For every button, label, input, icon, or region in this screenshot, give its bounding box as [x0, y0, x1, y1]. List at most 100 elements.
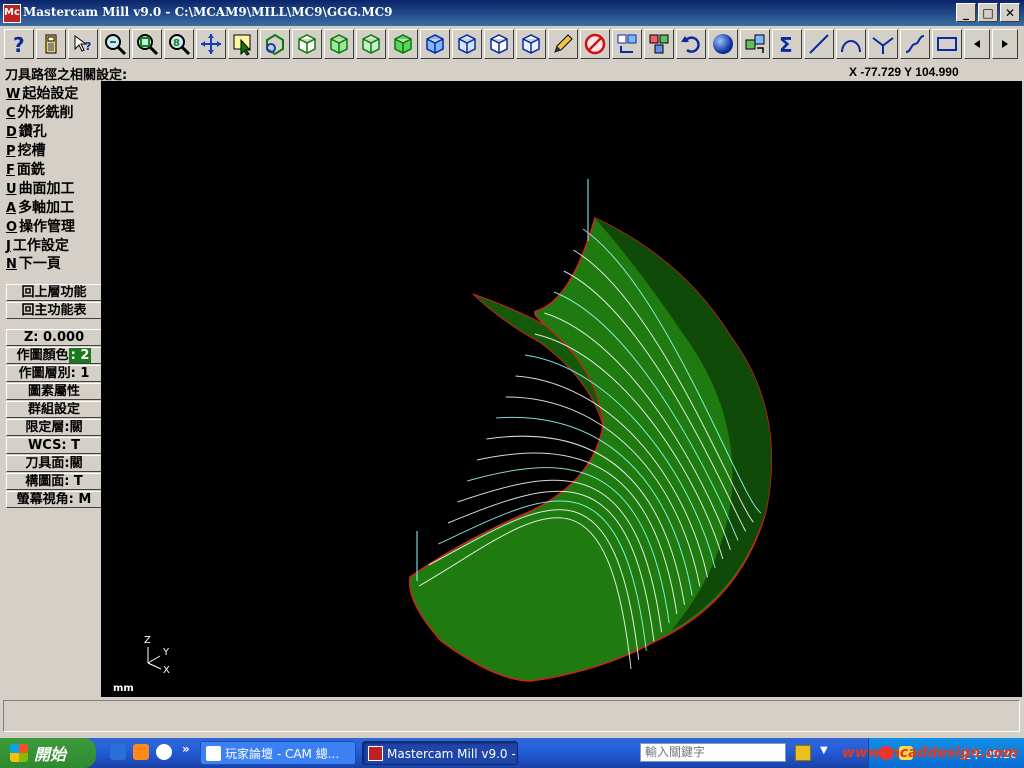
status-bar	[3, 700, 1020, 732]
menu-item-job[interactable]: J 工作設定	[6, 235, 69, 254]
cube-iso-icon	[519, 32, 543, 56]
menu-item-operations[interactable]: O 操作管理	[6, 216, 75, 235]
undo-button[interactable]	[676, 29, 706, 59]
svg-text:?: ?	[85, 40, 91, 53]
menu-item-drill[interactable]: D 鑽孔	[6, 121, 47, 140]
group-button[interactable]	[740, 29, 770, 59]
z-depth-button[interactable]: Z: 0.000	[6, 329, 102, 346]
line-button[interactable]	[804, 29, 834, 59]
prev-page-button[interactable]	[964, 29, 990, 59]
zoom-fit-button[interactable]	[132, 29, 162, 59]
delete-icon	[583, 32, 607, 56]
start-button[interactable]: 開始	[0, 738, 96, 768]
surface-model: Z Y X	[144, 179, 773, 682]
back-button[interactable]: 回上層功能	[6, 284, 102, 301]
view-side-button[interactable]	[356, 29, 386, 59]
attributes-button[interactable]: 圖素屬性	[6, 383, 102, 400]
hide-button[interactable]	[260, 29, 290, 59]
zoom-fit-icon	[135, 32, 159, 56]
maximize-button[interactable]: □	[978, 3, 998, 22]
construction-plane-button[interactable]: 構圖面: T	[6, 473, 102, 490]
mask-button[interactable]: 限定層:關	[6, 419, 102, 436]
menu-item-label: 工作設定	[12, 238, 69, 254]
menu-item-next-page[interactable]: N 下一頁	[6, 253, 61, 272]
select-icon	[231, 32, 255, 56]
ie-quicklaunch-icon[interactable]	[110, 744, 126, 760]
hotkey-label: C	[6, 106, 16, 121]
help-button[interactable]: ?	[4, 29, 34, 59]
help-icon: ?	[8, 33, 30, 55]
close-button[interactable]: ✕	[1000, 3, 1020, 22]
zoom-window-button[interactable]	[100, 29, 130, 59]
media-quicklaunch-icon[interactable]	[156, 744, 172, 760]
graphics-view-button[interactable]: 螢幕視角: M	[6, 491, 102, 508]
shade-button[interactable]	[708, 29, 738, 59]
copy-icon	[647, 32, 671, 56]
view-iso-button[interactable]	[388, 29, 418, 59]
svg-text:Σ: Σ	[779, 33, 793, 56]
menu-item-label: 外形銑削	[17, 105, 74, 121]
group-icon	[743, 32, 767, 56]
window-title: Mastercam Mill v9.0 - C:\MCAM9\MILL\MC9\…	[23, 5, 393, 19]
copy-button[interactable]	[644, 29, 674, 59]
delete-button[interactable]	[580, 29, 610, 59]
hotkey-label: F	[6, 163, 15, 178]
group-setting-button[interactable]: 群組設定	[6, 401, 102, 418]
windows-flag-icon	[10, 744, 28, 762]
menu-item-pocket[interactable]: P 挖槽	[6, 140, 46, 159]
move-button[interactable]	[612, 29, 642, 59]
graphics-viewport[interactable]: Z Y X mm	[101, 81, 1022, 697]
menu-item-multiaxis[interactable]: A 多軸加工	[6, 197, 74, 216]
sigma-button[interactable]: Σ	[772, 29, 802, 59]
hotkey-label: W	[6, 87, 21, 102]
spline-button[interactable]	[900, 29, 930, 59]
menu-item-surface[interactable]: U 曲面加工	[6, 178, 75, 197]
view-front-button[interactable]	[324, 29, 354, 59]
menu-item-label: 鑽孔	[18, 124, 47, 140]
search-input[interactable]: 輸入關鍵字	[640, 743, 786, 762]
menu-item-face[interactable]: F 面銑	[6, 159, 45, 178]
axis-y-label: Y	[162, 647, 170, 658]
arc-button[interactable]	[836, 29, 866, 59]
rectangle-button[interactable]	[932, 29, 962, 59]
view-side-icon	[359, 32, 383, 56]
toolbar: ? ? 8 Σ	[0, 27, 1024, 64]
minimize-button[interactable]: _	[956, 3, 976, 22]
main-menu-button[interactable]: 回主功能表	[6, 302, 102, 319]
cube-top-button[interactable]	[420, 29, 450, 59]
next-page-button[interactable]	[992, 29, 1018, 59]
view-top-icon	[295, 32, 319, 56]
wcs-button[interactable]: WCS: T	[6, 437, 102, 454]
calculator-button[interactable]	[36, 29, 66, 59]
quicklaunch-chevron-icon[interactable]: »	[182, 742, 190, 756]
cube-iso-button[interactable]	[516, 29, 546, 59]
menu-item-contour[interactable]: C 外形銑削	[6, 102, 74, 121]
toolbar-dropdown-icon[interactable]: ▼	[820, 745, 828, 756]
hide-icon	[263, 32, 287, 56]
prompt-bar: 刀具路徑之相關設定: X -77.729 Y 104.990	[0, 63, 1024, 83]
select-button[interactable]	[228, 29, 258, 59]
menu-item-job-setup[interactable]: W 起始設定	[6, 83, 78, 102]
fillet-button[interactable]	[868, 29, 898, 59]
color-label: 作圖顏色	[16, 348, 69, 363]
taskbar-item-mastercam[interactable]: Mastercam Mill v9.0 - ...	[362, 741, 518, 765]
pencil-button[interactable]	[548, 29, 578, 59]
pan-button[interactable]	[196, 29, 226, 59]
app-icon[interactable]: Mc	[3, 4, 21, 23]
zoom-scale-button[interactable]: 8	[164, 29, 194, 59]
tool-plane-button[interactable]: 刀具面:關	[6, 455, 102, 472]
cube-front-button[interactable]	[452, 29, 482, 59]
hotkey-label: N	[6, 257, 17, 272]
sigma-icon: Σ	[775, 32, 799, 56]
axis-x-label: X	[163, 665, 170, 676]
yahoo-icon[interactable]	[795, 745, 811, 761]
view-top-button[interactable]	[292, 29, 322, 59]
firefox-quicklaunch-icon[interactable]	[133, 744, 149, 760]
level-button[interactable]: 作圖層別: 1	[6, 365, 102, 382]
cube-side-button[interactable]	[484, 29, 514, 59]
whats-this-button[interactable]: ?	[68, 29, 98, 59]
taskbar-item-forum[interactable]: 玩家論壇 - CAM 總...	[200, 741, 356, 765]
spline-icon	[903, 32, 927, 56]
color-button[interactable]: 作圖顏色: 2	[6, 347, 102, 364]
menu-item-label: 曲面加工	[18, 181, 75, 197]
